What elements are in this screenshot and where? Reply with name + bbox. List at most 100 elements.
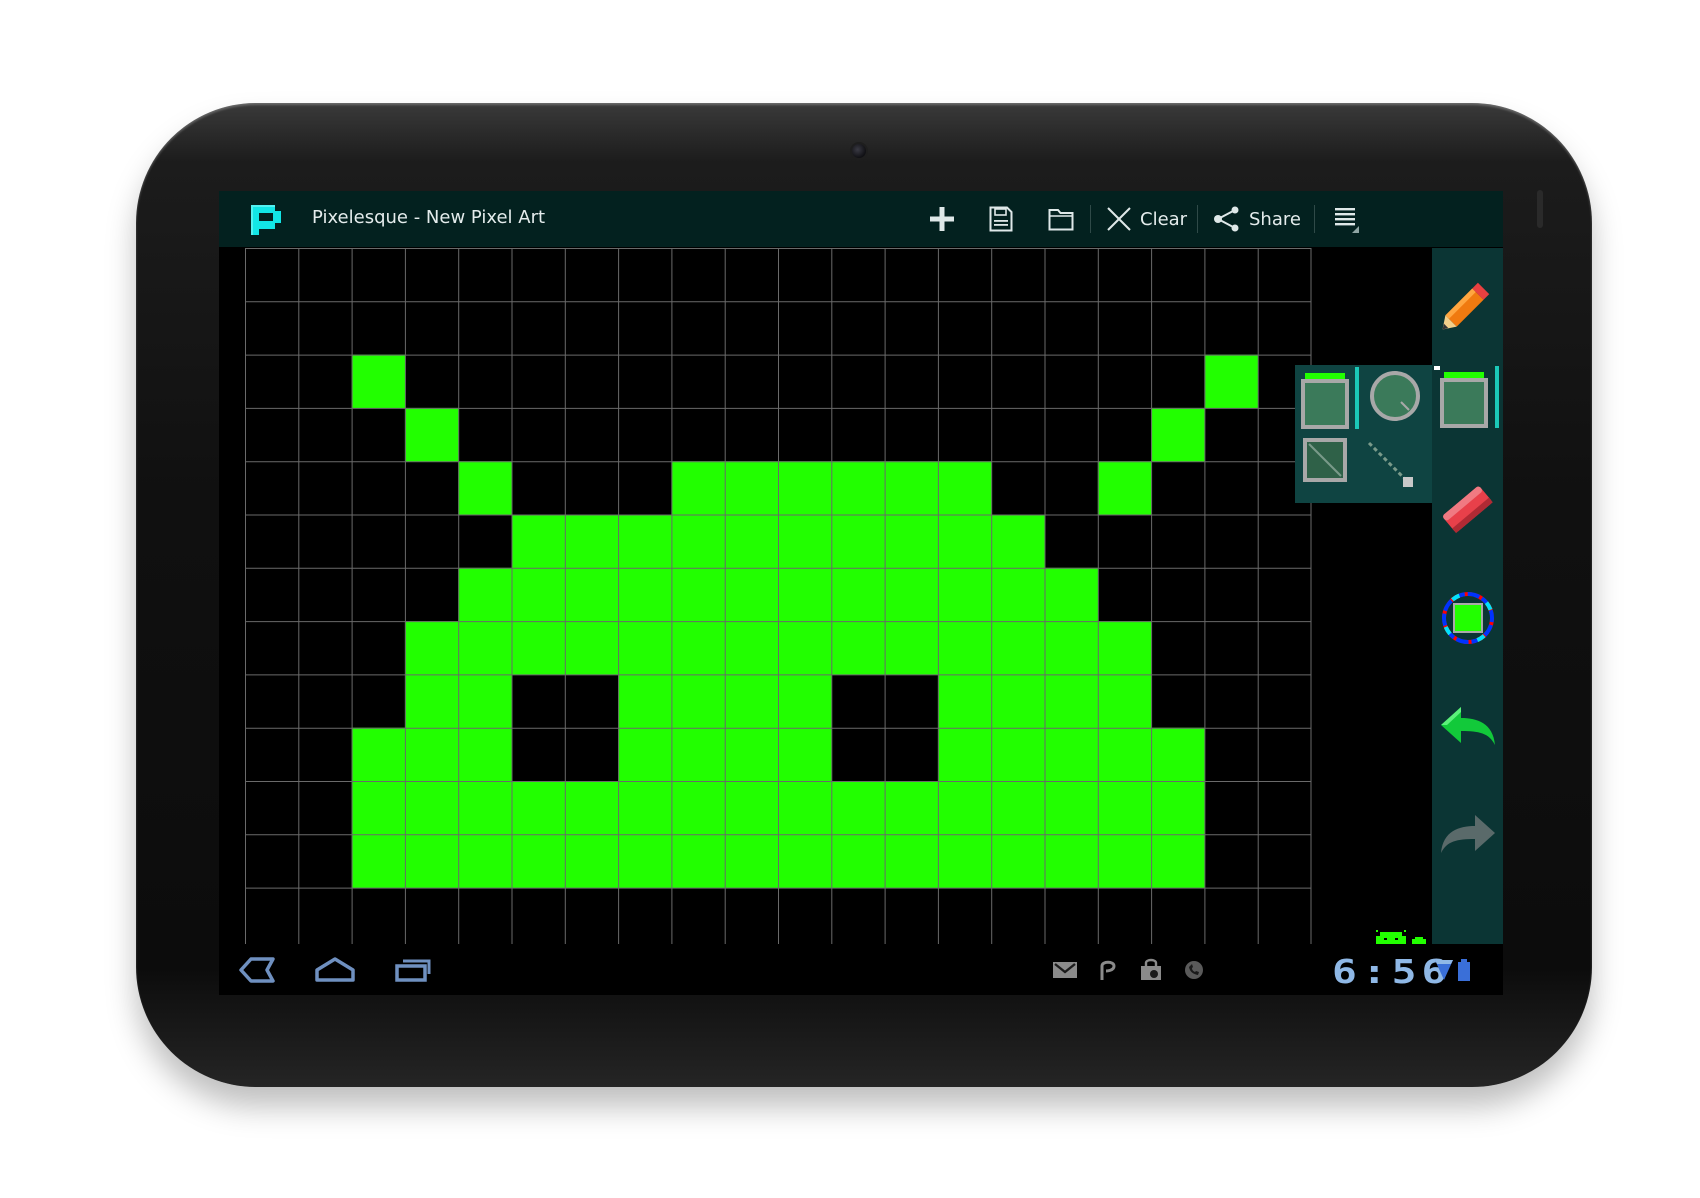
painted-pixel[interactable] — [671, 727, 726, 782]
painted-pixel[interactable] — [831, 621, 886, 675]
painted-pixel[interactable] — [671, 621, 726, 675]
painted-pixel[interactable] — [564, 514, 619, 569]
painted-pixel[interactable] — [1044, 567, 1099, 622]
painted-pixel[interactable] — [671, 461, 726, 515]
painted-pixel[interactable] — [458, 834, 512, 889]
art-preview-thumbnail[interactable] — [1372, 930, 1432, 944]
painted-pixel[interactable] — [884, 621, 939, 675]
painted-pixel[interactable] — [511, 567, 566, 622]
painted-pixel[interactable] — [991, 834, 1045, 889]
painted-pixel[interactable] — [831, 781, 886, 835]
phone-notification[interactable] — [1183, 944, 1205, 995]
pixel-canvas[interactable] — [245, 248, 1406, 944]
painted-pixel[interactable] — [1044, 727, 1099, 782]
painted-pixel[interactable] — [991, 781, 1045, 835]
painted-pixel[interactable] — [1097, 781, 1152, 835]
painted-pixel[interactable] — [778, 621, 832, 675]
painted-pixel[interactable] — [937, 567, 992, 622]
pixel-grid[interactable] — [245, 248, 1406, 944]
painted-pixel[interactable] — [564, 621, 619, 675]
painted-pixel[interactable] — [1044, 834, 1099, 889]
painted-pixel[interactable] — [884, 834, 939, 889]
painted-pixel[interactable] — [778, 567, 832, 622]
painted-pixel[interactable] — [671, 674, 726, 729]
painted-pixel[interactable] — [1097, 621, 1152, 675]
painted-pixel[interactable] — [884, 514, 939, 569]
painted-pixel[interactable] — [991, 514, 1045, 569]
painted-pixel[interactable] — [831, 834, 886, 889]
painted-pixel[interactable] — [404, 727, 459, 782]
recent-apps-button[interactable] — [393, 944, 433, 995]
shapes-tool[interactable] — [1432, 362, 1503, 442]
painted-pixel[interactable] — [1044, 674, 1099, 729]
painted-pixel[interactable] — [458, 674, 512, 729]
share-button[interactable]: Share — [1213, 191, 1301, 247]
painted-pixel[interactable] — [671, 781, 726, 835]
painted-pixel[interactable] — [618, 781, 672, 835]
painted-pixel[interactable] — [1151, 834, 1205, 889]
painted-pixel[interactable] — [724, 514, 779, 569]
eraser-tool[interactable] — [1432, 470, 1503, 550]
clear-button[interactable]: Clear — [1106, 191, 1187, 247]
painted-pixel[interactable] — [1097, 834, 1152, 889]
painted-pixel[interactable] — [724, 567, 779, 622]
redo-button[interactable] — [1432, 794, 1503, 874]
open-button[interactable] — [1048, 191, 1074, 247]
painted-pixel[interactable] — [351, 781, 406, 835]
painted-pixel[interactable] — [1151, 407, 1205, 462]
painted-pixel[interactable] — [937, 514, 992, 569]
painted-pixel[interactable] — [1204, 354, 1259, 409]
filled-rectangle-icon[interactable] — [1301, 373, 1349, 429]
outline-rectangle-icon[interactable] — [1303, 438, 1347, 482]
gmail-notification[interactable] — [1052, 944, 1078, 995]
painted-pixel[interactable] — [1044, 621, 1099, 675]
painted-pixel[interactable] — [618, 621, 672, 675]
painted-pixel[interactable] — [831, 461, 886, 515]
painted-pixel[interactable] — [458, 621, 512, 675]
painted-pixel[interactable] — [778, 834, 832, 889]
painted-pixel[interactable] — [778, 727, 832, 782]
painted-pixel[interactable] — [671, 514, 726, 569]
painted-pixel[interactable] — [937, 674, 992, 729]
painted-pixel[interactable] — [1097, 674, 1152, 729]
painted-pixel[interactable] — [831, 567, 886, 622]
painted-pixel[interactable] — [991, 567, 1045, 622]
painted-pixel[interactable] — [778, 674, 832, 729]
painted-pixel[interactable] — [778, 461, 832, 515]
painted-pixel[interactable] — [937, 781, 992, 835]
pixelesque-logo-icon[interactable] — [249, 203, 283, 237]
painted-pixel[interactable] — [884, 461, 939, 515]
line-icon[interactable] — [1367, 441, 1413, 487]
painted-pixel[interactable] — [564, 567, 619, 622]
painted-pixel[interactable] — [724, 674, 779, 729]
painted-pixel[interactable] — [884, 781, 939, 835]
painted-pixel[interactable] — [404, 407, 459, 462]
painted-pixel[interactable] — [724, 834, 779, 889]
undo-button[interactable] — [1432, 686, 1503, 766]
painted-pixel[interactable] — [991, 727, 1045, 782]
painted-pixel[interactable] — [458, 727, 512, 782]
painted-pixel[interactable] — [991, 674, 1045, 729]
circle-icon[interactable] — [1370, 371, 1420, 421]
painted-pixel[interactable] — [618, 727, 672, 782]
painted-pixel[interactable] — [937, 621, 992, 675]
painted-pixel[interactable] — [724, 461, 779, 515]
painted-pixel[interactable] — [991, 621, 1045, 675]
painted-pixel[interactable] — [671, 834, 726, 889]
painted-pixel[interactable] — [351, 834, 406, 889]
painted-pixel[interactable] — [351, 354, 406, 409]
painted-pixel[interactable] — [511, 834, 566, 889]
painted-pixel[interactable] — [1044, 781, 1099, 835]
painted-pixel[interactable] — [1151, 781, 1205, 835]
painted-pixel[interactable] — [618, 834, 672, 889]
painted-pixel[interactable] — [778, 514, 832, 569]
new-button[interactable] — [929, 191, 955, 247]
painted-pixel[interactable] — [884, 567, 939, 622]
painted-pixel[interactable] — [564, 834, 619, 889]
painted-pixel[interactable] — [778, 781, 832, 835]
painted-pixel[interactable] — [458, 567, 512, 622]
painted-pixel[interactable] — [458, 781, 512, 835]
painted-pixel[interactable] — [618, 514, 672, 569]
painted-pixel[interactable] — [511, 781, 566, 835]
painted-pixel[interactable] — [404, 781, 459, 835]
